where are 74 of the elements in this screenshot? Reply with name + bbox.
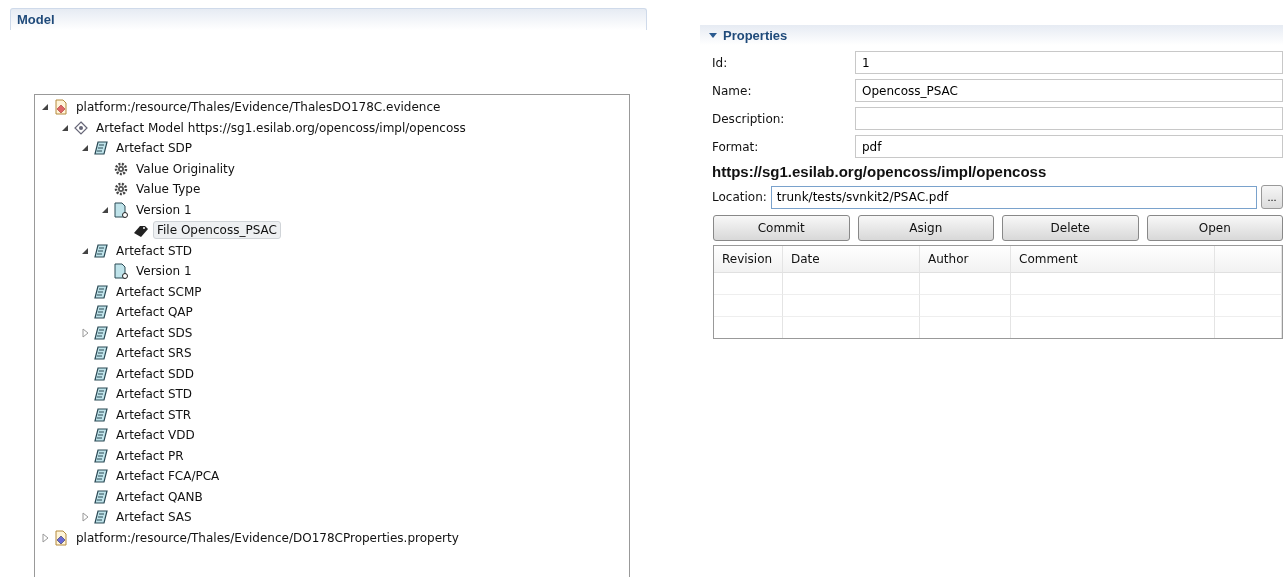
tree-item[interactable]: Artefact STR	[113, 406, 195, 423]
scroll-icon	[93, 365, 109, 382]
browse-button[interactable]: ...	[1261, 185, 1283, 209]
gear-icon	[113, 160, 129, 177]
diamond-icon	[73, 119, 89, 136]
tree-item[interactable]: Artefact PR	[113, 447, 187, 464]
scroll-icon	[93, 304, 109, 321]
expand-icon[interactable]	[81, 512, 89, 523]
scroll-icon	[93, 488, 109, 505]
tree-item[interactable]: Artefact SDS	[113, 324, 196, 341]
tree-item[interactable]: Artefact Model https://sg1.esilab.org/opencoss/impl/opencoss	[93, 119, 469, 136]
tree-item[interactable]: Artefact QAP	[113, 304, 196, 321]
action-button[interactable]: Commit	[713, 215, 850, 241]
tree-item[interactable]: Artefact QANB	[113, 488, 206, 505]
input-field[interactable]	[855, 107, 1283, 130]
field-label: Id:	[711, 55, 729, 70]
document-icon	[113, 263, 129, 280]
scroll-icon	[93, 468, 109, 485]
tree-item[interactable]: Version 1	[133, 201, 195, 218]
tree-item[interactable]: Artefact SDP	[113, 140, 196, 157]
input-field[interactable]: Opencoss_PSAC	[855, 79, 1283, 102]
tree-item[interactable]: Value Type	[133, 181, 204, 198]
scroll-icon	[93, 283, 109, 300]
input-field[interactable]: trunk/tests/svnkit2/PSAC.pdf	[770, 185, 1257, 209]
panel-title: Model	[17, 12, 55, 27]
field-label: Format:	[711, 139, 760, 154]
tree-item[interactable]: platform:/resource/Thales/Evidence/ThalesDO178C.evidence	[73, 99, 444, 116]
tree-item[interactable]: Artefact VDD	[113, 427, 198, 444]
document-icon	[113, 201, 129, 218]
gear-icon	[113, 181, 129, 198]
scroll-icon	[93, 140, 109, 157]
tree-item[interactable]: Artefact SDD	[113, 365, 198, 382]
column-header[interactable]: Revision	[714, 246, 783, 273]
field-label: Location:	[712, 190, 767, 204]
field-label: Name:	[711, 83, 753, 98]
scroll-icon	[93, 324, 109, 341]
column-header[interactable]: Comment	[1011, 246, 1215, 273]
input-field[interactable]: 1	[855, 51, 1283, 74]
scroll-icon	[93, 509, 109, 526]
scroll-icon	[93, 447, 109, 464]
tree-item[interactable]: Artefact SCMP	[113, 283, 205, 300]
expand-icon[interactable]	[41, 532, 49, 543]
repository-url: https://sg1.esilab.org/opencoss/impl/opencoss	[711, 162, 1048, 180]
scroll-icon	[93, 242, 109, 259]
table-cell	[1215, 295, 1282, 317]
scroll-icon	[93, 427, 109, 444]
collapse-icon[interactable]	[41, 102, 49, 113]
document-icon	[53, 99, 69, 116]
column-header[interactable]: Author	[920, 246, 1011, 273]
scroll-icon	[93, 406, 109, 423]
tree-item[interactable]: Artefact STD	[113, 242, 196, 259]
tree-item[interactable]: Artefact FCA/PCA	[113, 468, 223, 485]
tree-item[interactable]: platform:/resource/Thales/Evidence/DO178CProperties.property	[73, 529, 462, 546]
action-button[interactable]: Asign	[857, 215, 994, 241]
table-cell	[714, 273, 783, 295]
field-label: Description:	[711, 111, 786, 126]
expand-icon[interactable]	[81, 327, 89, 338]
tree-item[interactable]: File Opencoss_PSAC	[153, 221, 281, 240]
scroll-icon	[93, 386, 109, 403]
table-cell	[714, 295, 783, 317]
column-header[interactable]: Date	[783, 246, 920, 273]
table-cell	[1215, 273, 1282, 295]
input-field[interactable]: pdf	[855, 135, 1283, 158]
tree-item[interactable]: Artefact SAS	[113, 509, 195, 526]
tree-item[interactable]: Value Originality	[133, 160, 238, 177]
action-button[interactable]: Delete	[1002, 215, 1139, 241]
scroll-icon	[93, 345, 109, 362]
action-button[interactable]: Open	[1146, 215, 1283, 241]
tree-item[interactable]: Version 1	[133, 263, 195, 280]
panel-title: Properties	[723, 27, 788, 43]
tree-item[interactable]: Artefact STD	[113, 386, 196, 403]
tree-item[interactable]: Artefact SRS	[113, 345, 195, 362]
document-icon	[53, 529, 69, 546]
collapse-icon[interactable]	[81, 143, 89, 154]
